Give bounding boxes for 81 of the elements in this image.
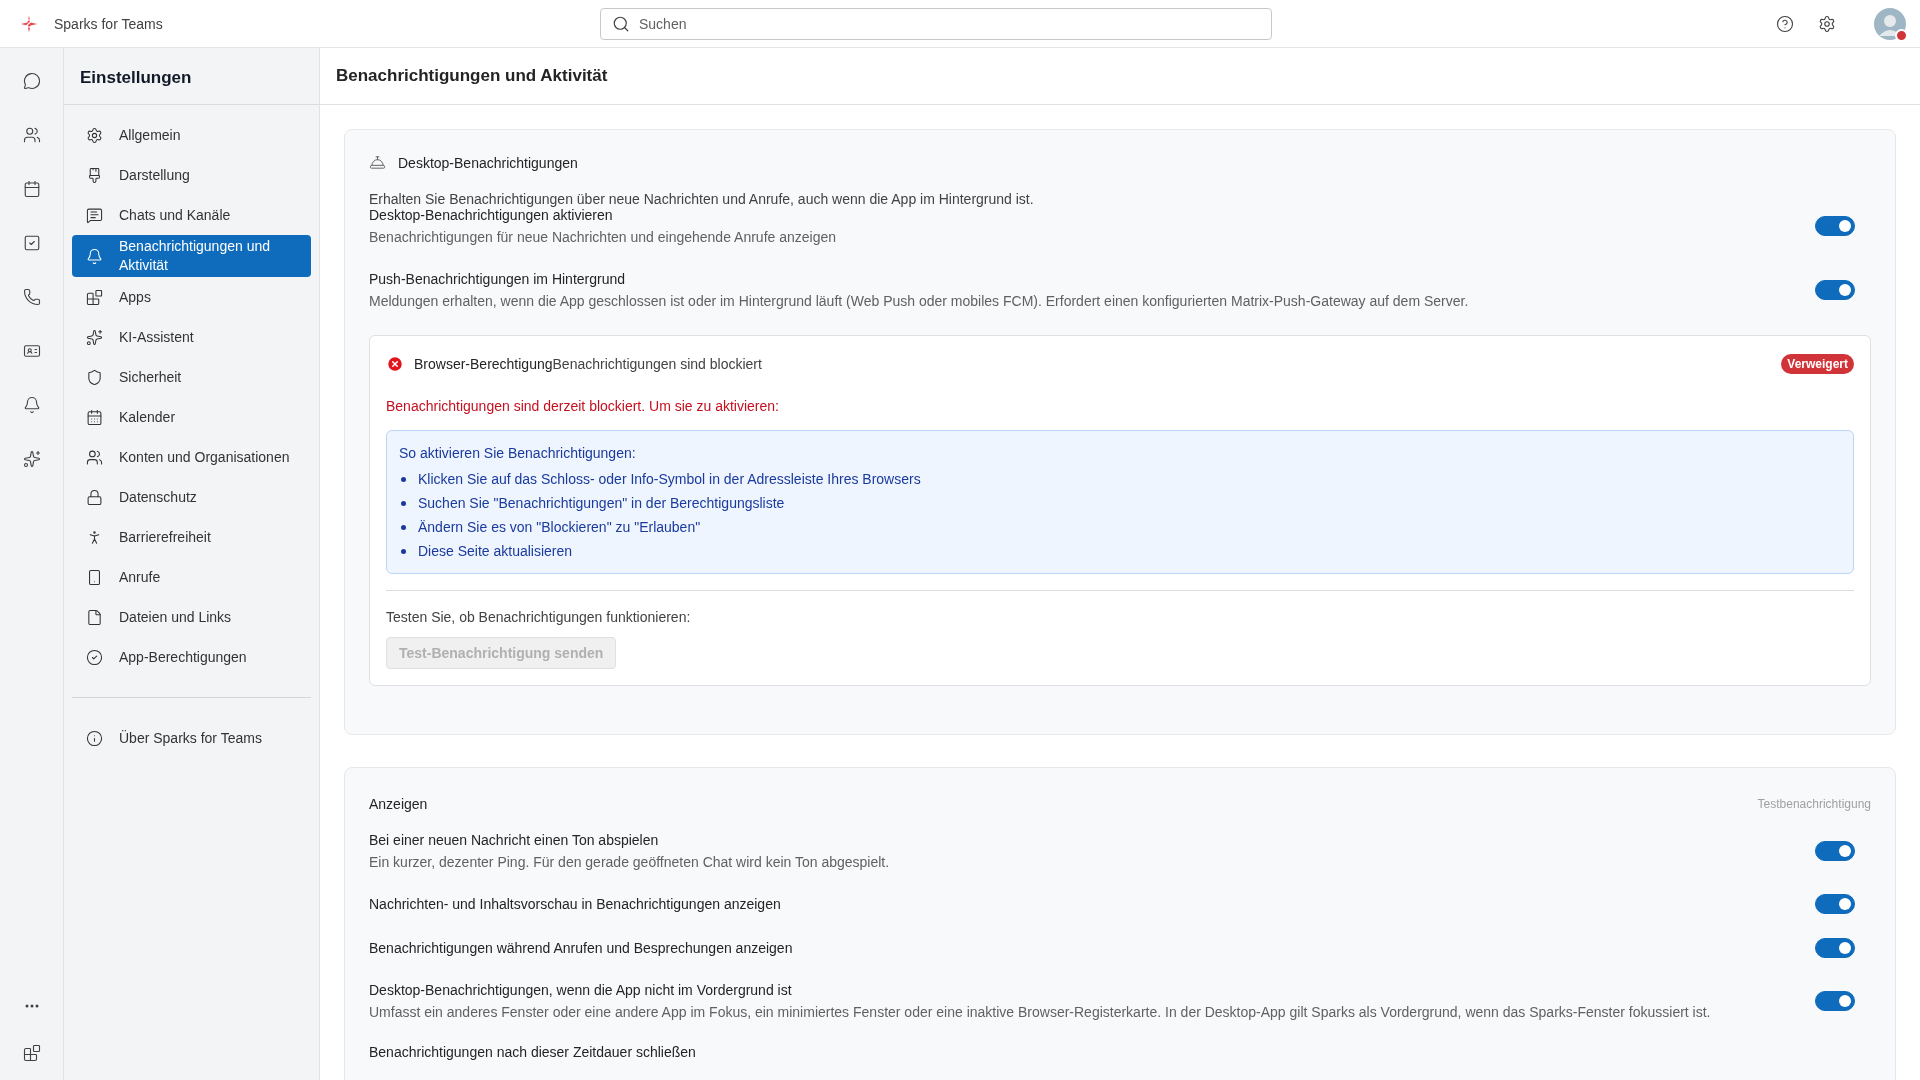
error-icon: [386, 355, 404, 373]
settings-nav-item[interactable]: Allgemein: [72, 115, 311, 155]
setting-label: Desktop-Benachrichtigungen aktivieren: [369, 207, 614, 223]
card-title: Anzeigen: [369, 796, 428, 812]
bullet-icon: [401, 476, 406, 482]
people-icon: [86, 448, 103, 466]
settings-nav-item[interactable]: Anrufe: [72, 557, 311, 597]
calendar-icon: [22, 180, 41, 198]
chat-icon: [86, 206, 103, 224]
settings-nav-item[interactable]: Konten und Organisationen: [72, 437, 311, 477]
settings-nav-item[interactable]: App-Berechtigungen: [72, 637, 311, 677]
sidebar-title: Einstellungen: [64, 48, 319, 105]
bell-icon: [86, 247, 103, 265]
settings-nav-item[interactable]: KI-Assistent: [72, 317, 311, 357]
task-icon: [22, 234, 41, 252]
help-title: So aktivieren Sie Benachrichtigungen:: [399, 445, 637, 461]
apps-icon: [22, 1044, 41, 1062]
toggle-switch[interactable]: [1815, 841, 1855, 861]
help-step: Diese Seite aktualisieren: [418, 543, 573, 559]
phone-icon: [22, 288, 41, 306]
settings-nav-item[interactable]: Darstellung: [72, 155, 311, 195]
app-name: Sparks for Teams: [54, 15, 163, 32]
lock-icon: [86, 488, 103, 506]
toggle-switch[interactable]: [1815, 216, 1855, 236]
toggle-switch[interactable]: [1815, 938, 1855, 958]
setting-label: Desktop-Benachrichtigungen, wenn die App nicht im Vordergrund ist: [369, 982, 793, 998]
sparkle-icon: [86, 328, 103, 346]
bullet-icon: [401, 548, 406, 554]
settings-nav-item[interactable]: Chats und Kanäle: [72, 195, 311, 235]
setting-label: Push-Benachrichtigungen im Hintergrund: [369, 271, 627, 287]
settings-nav-item[interactable]: Sicherheit: [72, 357, 311, 397]
card-title: Desktop-Benachrichtigungen: [398, 154, 578, 171]
sparkle-icon: [22, 450, 41, 468]
help-step: Ändern Sie es von "Blockieren" zu "Erlauben": [418, 519, 701, 535]
help-step: Klicken Sie auf das Schloss- oder Info-Symbol in der Adressleiste Ihres Browsers: [418, 471, 921, 487]
bullet-icon: [401, 524, 406, 530]
toggle-switch[interactable]: [1815, 991, 1855, 1011]
bell-icon: [369, 154, 386, 171]
settings-nav-item[interactable]: Benachrichtigungen und Aktivität: [72, 235, 311, 277]
test-prompt: Testen Sie, ob Benachrichtigungen funktionieren:: [386, 609, 692, 625]
permission-label: Browser-Berechtigung: [414, 356, 553, 372]
setting-description: Meldungen erhalten, wenn die App geschlossen ist oder im Hintergrund läuft (Web Push oder mobiles FCM). Erfordert einen konfigurierten Matrix-Push-Gateway auf dem Server.: [369, 293, 1470, 309]
settings-nav-item[interactable]: Apps: [72, 277, 311, 317]
permission-status: Benachrichtigungen sind blockiert: [552, 356, 762, 372]
settings-icon: [86, 126, 103, 144]
settings-nav-item[interactable]: Datenschutz: [72, 477, 311, 517]
bullet-icon: [401, 500, 406, 506]
avatar[interactable]: [1874, 7, 1906, 40]
brush-icon: [86, 166, 103, 184]
setting-description: Benachrichtigungen für neue Nachrichten und eingehende Anrufe anzeigen: [369, 229, 838, 245]
setting-label: Bei einer neuen Nachricht einen Ton abspielen: [369, 832, 660, 848]
warning-text: Benachrichtigungen sind derzeit blockiert. Um sie zu aktivieren:: [386, 398, 780, 414]
search-field[interactable]: Suchen: [600, 7, 1272, 40]
people-icon: [22, 126, 41, 144]
help-step: Suchen Sie "Benachrichtigungen" in der Berechtigungsliste: [418, 495, 785, 511]
setting-label: Benachrichtigungen während Anrufen und Besprechungen anzeigen: [369, 940, 794, 956]
status-badge: Verweigert: [1781, 354, 1854, 374]
settings-nav-item[interactable]: Dateien und Links: [72, 597, 311, 637]
setting-description: Umfasst ein anderes Fenster oder eine andere App im Fokus, ein minimiertes Fenster oder eine inaktive Browser-Registerkarte. In der Desktop-App gilt Sparks als Vordergrund, wenn das Sparks-Fenster fokussiert ist.: [369, 1004, 1712, 1020]
contact-card-icon: [22, 342, 41, 360]
chat-icon: [22, 72, 41, 90]
info-icon: [86, 729, 103, 747]
settings-nav-item[interactable]: Barrierefreiheit: [72, 517, 311, 557]
toggle-switch[interactable]: [1815, 280, 1855, 300]
file-icon: [86, 608, 103, 626]
shield-icon: [86, 368, 103, 386]
setting-description: Ein kurzer, dezenter Ping. Für den gerade geöffneten Chat wird kein Ton abgespielt.: [369, 854, 891, 870]
setting-label: Benachrichtigungen nach dieser Zeitdauer schließen: [369, 1044, 696, 1060]
settings-nav-item[interactable]: Kalender: [72, 397, 311, 437]
calendar-icon: [86, 408, 103, 426]
page-title: Benachrichtigungen und Aktivität: [320, 48, 1920, 105]
setting-label: Nachrichten- und Inhaltsvorschau in Benachrichtigungen anzeigen: [369, 896, 782, 912]
bell-icon: [22, 396, 41, 414]
phone-icon: [86, 568, 103, 586]
check-circle-icon: [86, 648, 103, 666]
settings-nav-item[interactable]: Über Sparks for Teams: [72, 718, 311, 758]
apps-icon: [86, 288, 103, 306]
more-icon: [24, 1004, 39, 1008]
toggle-switch[interactable]: [1815, 894, 1855, 914]
card-description: Erhalten Sie Benachrichtigungen über neue Nachrichten und Anrufe, auch wenn die App im Hintergrund ist.: [369, 191, 1035, 207]
search-icon: [612, 14, 630, 33]
